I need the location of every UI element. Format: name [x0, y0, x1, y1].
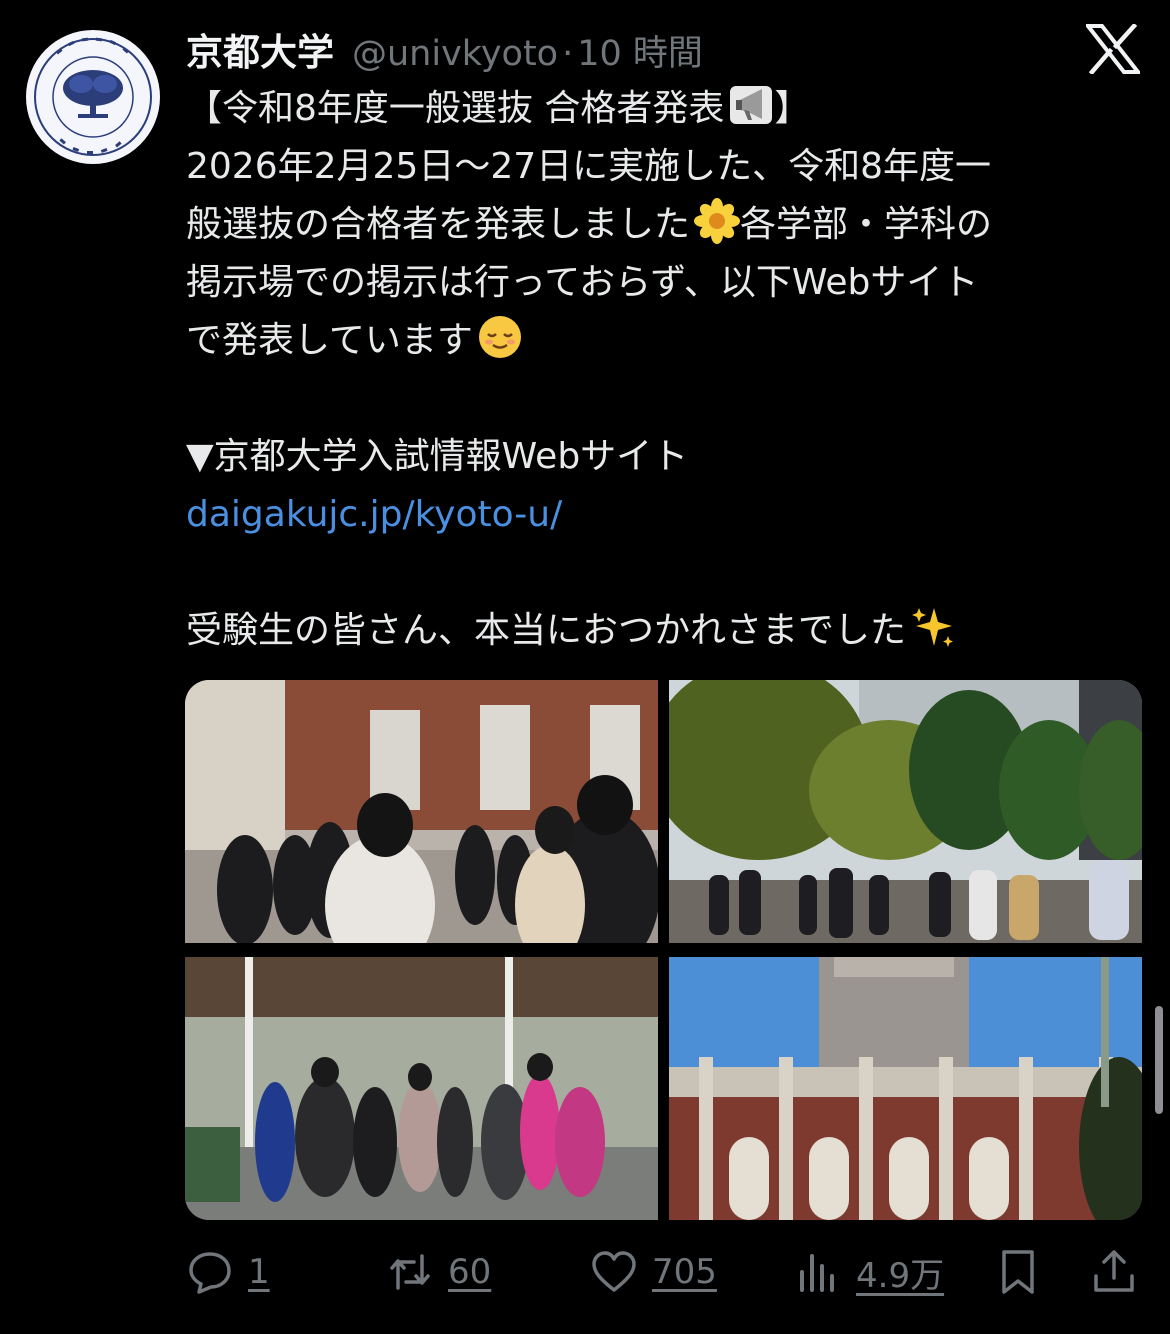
- reply-icon: [189, 1252, 231, 1294]
- x-logo-icon: [1086, 24, 1140, 74]
- scrollbar[interactable]: [1155, 1006, 1163, 1114]
- like-button[interactable]: 705: [590, 1244, 717, 1300]
- reply-button[interactable]: 1: [186, 1244, 270, 1300]
- avatar[interactable]: [26, 30, 160, 164]
- text-line: で発表しています: [186, 312, 1146, 370]
- post-header: 京都大学 @univkyoto · 10 時間: [186, 22, 703, 74]
- blossom-icon: [694, 198, 741, 244]
- text-line: 【令和8年度一般選抜 合格者発表】: [186, 80, 1146, 138]
- megaphone-icon: [728, 82, 774, 128]
- separator: ·: [562, 34, 574, 74]
- text-line: 掲示場での掲示は行っておらず、以下Webサイト: [186, 262, 979, 303]
- clock-tower-building-photo[interactable]: [669, 957, 1142, 1220]
- views-button[interactable]: 4.9万: [794, 1244, 944, 1300]
- students-at-glass-entrance-photo[interactable]: [185, 957, 658, 1220]
- site-heading: ▼京都大学入試情報Webサイト: [186, 436, 689, 477]
- crowd-in-front-of-brick-building-photo[interactable]: [185, 680, 658, 943]
- media-grid: [185, 680, 1142, 1220]
- views-count: 4.9万: [856, 1255, 945, 1296]
- relieved-face-icon: [477, 314, 523, 360]
- views-icon: [800, 1254, 834, 1292]
- bookmark-icon: [1002, 1250, 1034, 1294]
- heart-icon: [592, 1251, 636, 1292]
- kyoto-university-seal-icon: [29, 33, 157, 161]
- sparkles-icon: [910, 604, 956, 650]
- share-button[interactable]: [1090, 1244, 1138, 1300]
- like-count: 705: [652, 1252, 717, 1292]
- text-line: 受験生の皆さん、本当におつかれさまでした: [186, 602, 1146, 660]
- action-bar: 1 60 705 4.9万: [186, 1244, 1146, 1300]
- post-time[interactable]: 10 時間: [577, 25, 703, 76]
- bookmark-button[interactable]: [994, 1244, 1042, 1300]
- reply-count: 1: [248, 1252, 270, 1292]
- share-icon: [1094, 1250, 1134, 1292]
- post-text: 【令和8年度一般選抜 合格者発表】 2026年2月25日〜27日に実施した、令和…: [186, 80, 1146, 660]
- campus-trees-with-crowd-photo[interactable]: [669, 680, 1142, 943]
- repost-button[interactable]: 60: [386, 1244, 491, 1300]
- text-line: 般選抜の合格者を発表しました 各学部・学科の: [186, 196, 1146, 254]
- website-link[interactable]: daigakujc.jp/kyoto-u/: [186, 494, 562, 535]
- user-handle[interactable]: @univkyoto: [352, 34, 558, 74]
- tweet: 京都大学 @univkyoto · 10 時間 【令和8年度一般選抜 合格者発表…: [0, 0, 1170, 1334]
- text-line: 2026年2月25日〜27日に実施した、令和8年度一: [186, 146, 992, 187]
- repost-count: 60: [448, 1252, 492, 1292]
- display-name[interactable]: 京都大学: [186, 22, 334, 76]
- repost-icon: [390, 1254, 430, 1290]
